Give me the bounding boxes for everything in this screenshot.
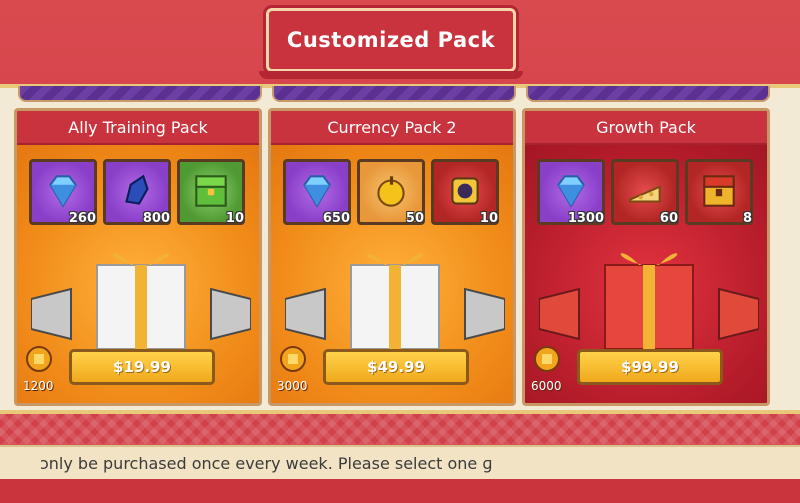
token-icon <box>26 346 52 372</box>
hero-card-icon <box>451 177 479 205</box>
buy-button[interactable]: $49.99 <box>323 349 469 385</box>
gem-icon <box>303 175 331 208</box>
pack-card-growth[interactable]: Growth Pack 1300 60 8 6000 $99.99 <box>522 108 770 406</box>
pack-card-currency[interactable]: Currency Pack 2 650 50 10 3000 $49.99 <box>268 108 516 406</box>
pack-item[interactable]: 10 <box>177 159 245 226</box>
purchase-notice: ɔnly be purchased once every week. Pleas… <box>0 445 800 479</box>
gem-icon <box>557 175 585 208</box>
pack-item[interactable]: 10 <box>431 159 499 226</box>
bottom-strip <box>0 479 800 503</box>
token-icon <box>534 346 560 372</box>
chest-icon <box>195 175 227 207</box>
pack-item[interactable]: 260 <box>29 159 97 226</box>
cheese-icon <box>629 185 661 203</box>
gift-box-icon <box>539 253 759 350</box>
pack-item[interactable]: 50 <box>357 159 425 226</box>
token-amount: 6000 <box>531 379 562 393</box>
gem-icon <box>49 175 77 208</box>
previous-row-strip <box>272 86 516 102</box>
pack-item[interactable]: 650 <box>283 159 351 226</box>
pack-item[interactable]: 60 <box>611 159 679 226</box>
token-icon <box>280 346 306 372</box>
buy-button[interactable]: $19.99 <box>69 349 215 385</box>
token-amount: 3000 <box>277 379 308 393</box>
pack-title: Ally Training Pack <box>17 111 259 145</box>
token-amount: 1200 <box>23 379 54 393</box>
apple-icon <box>377 176 405 207</box>
buy-button[interactable]: $99.99 <box>577 349 723 385</box>
pack-item[interactable]: 1300 <box>537 159 605 226</box>
gift-box-icon <box>285 253 505 350</box>
crystal-icon <box>125 174 149 205</box>
pack-card-ally-training[interactable]: Ally Training Pack 260 800 10 1200 $19.9… <box>14 108 262 406</box>
pack-title: Growth Pack <box>525 111 767 145</box>
pack-item[interactable]: 800 <box>103 159 171 226</box>
treasure-chest-icon <box>703 175 735 207</box>
gift-box-icon <box>31 253 251 350</box>
pack-item[interactable]: 8 <box>685 159 753 226</box>
previous-row-strip <box>526 86 770 102</box>
pack-title: Currency Pack 2 <box>271 111 513 145</box>
previous-row-strip <box>18 86 262 102</box>
page-title: Customized Pack <box>259 8 523 79</box>
